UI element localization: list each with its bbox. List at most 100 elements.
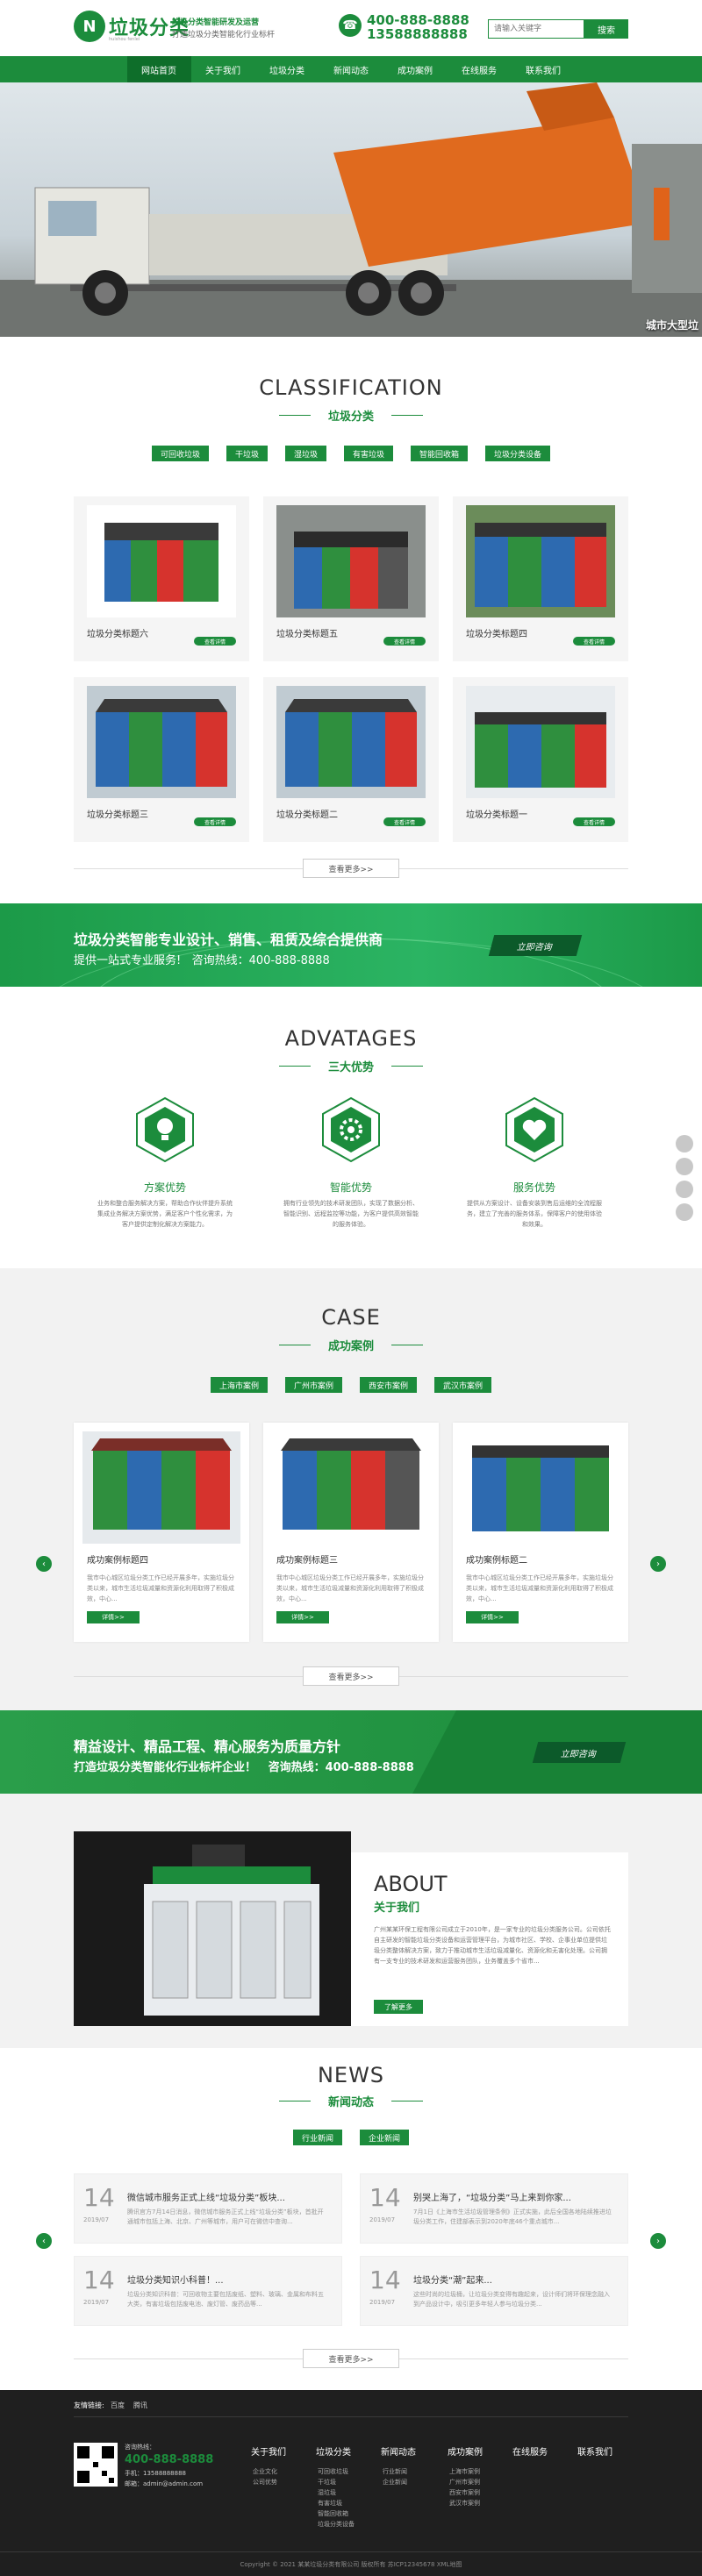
tag-xian[interactable]: 西安市案例: [360, 1377, 418, 1393]
case-image: [82, 1431, 240, 1544]
news-item[interactable]: 14 2019/07 别哭上海了，“垃圾分类”马上来到你家... 7月1日《上海…: [360, 2173, 628, 2244]
footer-link[interactable]: 腾讯: [133, 2401, 147, 2410]
news-more-button[interactable]: 查看更多>>: [303, 2349, 399, 2368]
tag-industry-news[interactable]: 行业新闻: [292, 2130, 342, 2145]
footer-link[interactable]: 智能回收箱: [318, 2509, 348, 2518]
tag-equipment[interactable]: 垃圾分类设备: [485, 446, 551, 461]
product-card[interactable]: 垃圾分类标题四 查看详情: [453, 496, 628, 661]
nav-item-classification[interactable]: 垃圾分类: [255, 56, 319, 82]
news-item[interactable]: 14 2019/07 垃圾分类“潮”起来... 这些时尚的垃圾桶，让垃圾分类变得…: [360, 2256, 628, 2326]
nav-item-news[interactable]: 新闻动态: [319, 56, 383, 82]
footer-col-service[interactable]: 在线服务: [512, 2444, 548, 2458]
header: N 垃圾分类 huishou fenlei 垃圾分类智能研发及运营 打造垃圾分类…: [0, 0, 702, 54]
tag-wet[interactable]: 湿垃圾: [284, 446, 326, 461]
product-detail-button[interactable]: 查看详情: [573, 637, 615, 646]
tag-recyclable[interactable]: 可回收垃圾: [151, 446, 209, 461]
news-day: 14: [83, 2183, 115, 2212]
footer-link[interactable]: 湿垃圾: [318, 2488, 336, 2497]
footer-link[interactable]: 武汉市案例: [449, 2499, 480, 2508]
hero-banner[interactable]: 城市大型垃: [0, 82, 702, 337]
case-detail-button[interactable]: 详情>>: [466, 1611, 519, 1623]
search-button[interactable]: 搜索: [584, 19, 628, 39]
tag-smart-bin[interactable]: 智能回收箱: [411, 446, 469, 461]
footer-link[interactable]: 干垃圾: [318, 2478, 336, 2487]
case-prev-arrow-icon[interactable]: ‹: [36, 1556, 52, 1572]
nav-item-cases[interactable]: 成功案例: [383, 56, 448, 82]
footer-link[interactable]: 行业新闻: [383, 2467, 407, 2476]
footer-col-classification[interactable]: 垃圾分类: [316, 2444, 351, 2458]
footer-link[interactable]: 西安市案例: [449, 2488, 480, 2497]
classification-title-cn: 垃圾分类: [327, 410, 374, 424]
tag-shanghai[interactable]: 上海市案例: [210, 1377, 268, 1393]
case-more-button[interactable]: 查看更多>>: [303, 1666, 399, 1686]
case-tags: 上海市案例 广州市案例 西安市案例 武汉市案例: [0, 1377, 702, 1393]
product-detail-button[interactable]: 查看详情: [573, 817, 615, 826]
nav-item-contact[interactable]: 联系我们: [512, 56, 576, 82]
footer: 友情链接: 百度 腾讯 咨询热线： 400-888-8888 手机：135888…: [0, 2390, 702, 2576]
product-detail-button[interactable]: 查看详情: [194, 817, 236, 826]
nav-item-home[interactable]: 网站首页: [126, 56, 191, 82]
qrcode-side-icon[interactable]: [676, 1181, 693, 1198]
about-more-button[interactable]: 了解更多: [374, 2000, 423, 2014]
advantage-text: 拥有行业领先的技术研发团队，实现了数据分析、智能识别、远程监控等功能，为客户提供…: [283, 1200, 419, 1228]
case-desc: 我市中心城区垃圾分类工作已经开展多年，实施垃圾分类以来，城市生活垃圾减量和资源化…: [466, 1574, 613, 1602]
nav-item-about[interactable]: 关于我们: [191, 56, 255, 82]
nav-item-service[interactable]: 在线服务: [448, 56, 512, 82]
product-detail-button[interactable]: 查看详情: [383, 637, 426, 646]
footer-link[interactable]: 广州市案例: [449, 2478, 480, 2487]
consult-button[interactable]: 立即咨询: [488, 935, 583, 956]
phone-side-icon[interactable]: [676, 1135, 693, 1152]
divider: [74, 2416, 628, 2417]
footer-col-contact[interactable]: 联系我们: [577, 2444, 612, 2458]
tag-dry[interactable]: 干垃圾: [226, 446, 268, 461]
product-card[interactable]: 垃圾分类标题一 查看详情: [453, 677, 628, 842]
case-card[interactable]: 成功案例标题四 我市中心城区垃圾分类工作已经开展多年，实施垃圾分类以来，城市生活…: [74, 1423, 249, 1642]
product-image: [276, 505, 426, 617]
search-input[interactable]: [488, 19, 584, 39]
tag-hazardous[interactable]: 有害垃圾: [344, 446, 394, 461]
classification-more-button[interactable]: 查看更多>>: [303, 859, 399, 878]
main-nav: 网站首页 关于我们 垃圾分类 新闻动态 成功案例 在线服务 联系我们: [0, 56, 702, 82]
news-title-cn: 新闻动态: [327, 2096, 374, 2109]
news-tags: 行业新闻 企业新闻: [0, 2130, 702, 2145]
case-next-arrow-icon[interactable]: ›: [650, 1556, 666, 1572]
product-card[interactable]: 垃圾分类标题六 查看详情: [74, 496, 249, 661]
news-next-arrow-icon[interactable]: ›: [650, 2233, 666, 2249]
product-card[interactable]: 垃圾分类标题二 查看详情: [263, 677, 439, 842]
case-detail-button[interactable]: 详情>>: [276, 1611, 329, 1623]
case-card[interactable]: 成功案例标题三 我市中心城区垃圾分类工作已经开展多年，实施垃圾分类以来，城市生活…: [263, 1423, 439, 1642]
footer-link[interactable]: 可回收垃圾: [318, 2467, 348, 2476]
footer-col-cases[interactable]: 成功案例: [448, 2444, 483, 2458]
news-prev-arrow-icon[interactable]: ‹: [36, 2233, 52, 2249]
footer-col-news[interactable]: 新闻动态: [381, 2444, 416, 2458]
chat-side-icon[interactable]: [676, 1158, 693, 1175]
tag-company-news[interactable]: 企业新闻: [360, 2130, 410, 2145]
product-card[interactable]: 垃圾分类标题五 查看详情: [263, 496, 439, 661]
footer-link[interactable]: 公司优势: [253, 2478, 277, 2487]
advantages-title-cn: 三大优势: [327, 1061, 374, 1074]
news-day: 14: [369, 2266, 401, 2294]
top-side-icon[interactable]: [676, 1203, 693, 1221]
footer-link[interactable]: 企业新闻: [383, 2478, 407, 2487]
footer-link[interactable]: 百度: [111, 2401, 125, 2410]
product-card[interactable]: 垃圾分类标题三 查看详情: [74, 677, 249, 842]
product-detail-button[interactable]: 查看详情: [383, 817, 426, 826]
news-item[interactable]: 14 2019/07 垃圾分类知识小科普！... 垃圾分类知识科普：可回收物主要…: [74, 2256, 342, 2326]
news-title: 微信城市服务正式上线“垃圾分类”板块...: [127, 2194, 285, 2203]
news-item[interactable]: 14 2019/07 微信城市服务正式上线“垃圾分类”板块... 腾讯官方7月1…: [74, 2173, 342, 2244]
tag-guangzhou[interactable]: 广州市案例: [284, 1377, 342, 1393]
case-card[interactable]: 成功案例标题二 我市中心城区垃圾分类工作已经开展多年，实施垃圾分类以来，城市生活…: [453, 1423, 628, 1642]
logo-subtitle: huishou fenlei: [109, 37, 140, 42]
tag-wuhan[interactable]: 武汉市案例: [434, 1377, 492, 1393]
advantage-text: 提供从方案设计、设备安装到售后运维的全流程服务，建立了完善的服务体系，保障客户的…: [467, 1200, 602, 1228]
product-detail-button[interactable]: 查看详情: [194, 637, 236, 646]
footer-link[interactable]: 上海市案例: [449, 2467, 480, 2476]
consult-button[interactable]: 立即咨询: [532, 1742, 627, 1763]
footer-link[interactable]: 有害垃圾: [318, 2499, 342, 2508]
footer-link[interactable]: 垃圾分类设备: [318, 2520, 355, 2529]
divider: [391, 1066, 423, 1067]
footer-col-about[interactable]: 关于我们: [251, 2444, 286, 2458]
case-detail-button[interactable]: 详情>>: [87, 1611, 140, 1623]
logo-icon[interactable]: N: [74, 11, 105, 42]
footer-link[interactable]: 企业文化: [253, 2467, 277, 2476]
